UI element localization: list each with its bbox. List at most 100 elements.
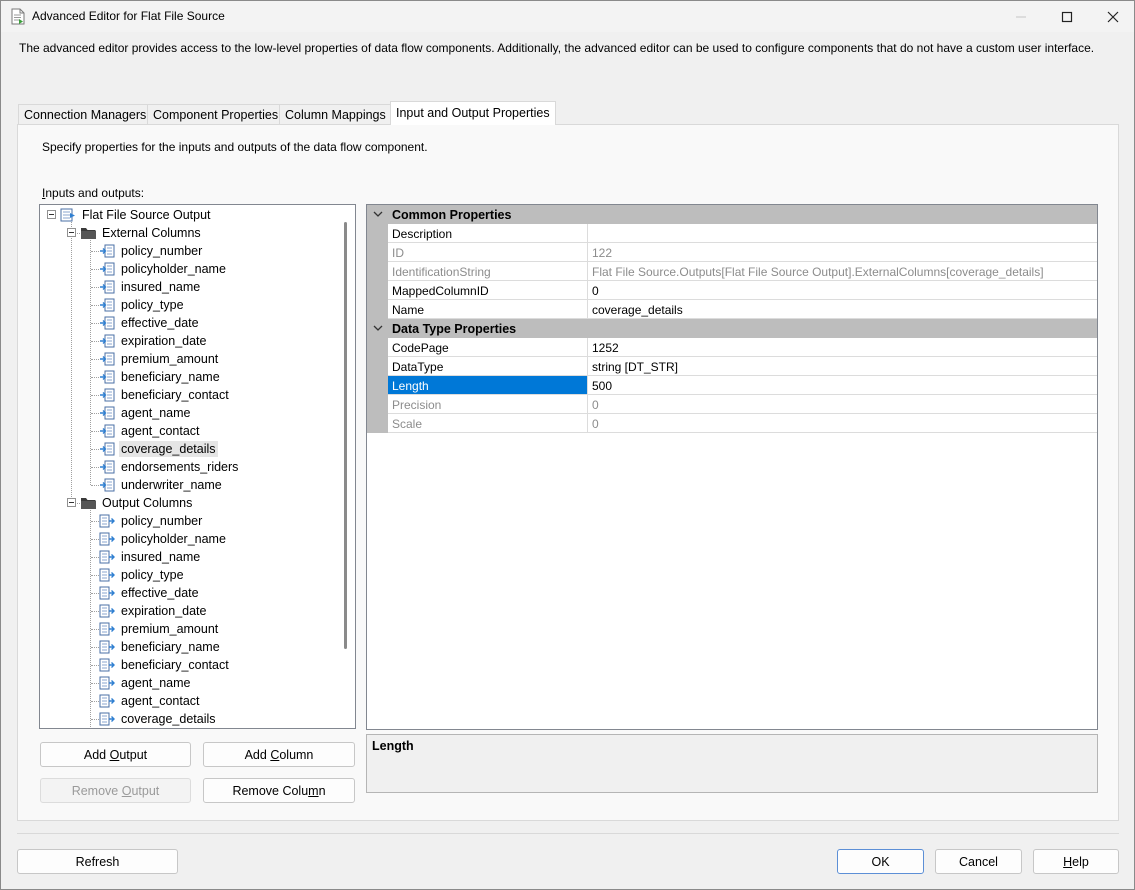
- mnemonic-letter: H: [1063, 854, 1073, 869]
- output-column-icon: [99, 550, 115, 564]
- property-name[interactable]: Scale: [388, 414, 588, 432]
- property-row-precision[interactable]: Precision 0: [367, 395, 1097, 414]
- tab-column-mappings[interactable]: Column Mappings: [279, 104, 392, 124]
- property-value[interactable]: 0: [588, 281, 1097, 299]
- row-margin: [367, 357, 388, 376]
- property-row-datatype[interactable]: DataType string [DT_STR]: [367, 357, 1097, 376]
- tree-item-output-column[interactable]: expiration_date: [99, 602, 208, 620]
- cancel-button[interactable]: Cancel: [935, 849, 1022, 874]
- property-value[interactable]: coverage_details: [588, 300, 1097, 318]
- tree-connector-line: [91, 629, 99, 630]
- collapse-output-expander[interactable]: [47, 210, 56, 219]
- refresh-button[interactable]: Refresh: [17, 849, 178, 874]
- output-icon: [60, 208, 75, 222]
- chevron-down-icon[interactable]: [373, 209, 383, 219]
- tab-component-properties[interactable]: Component Properties: [147, 104, 285, 124]
- property-name[interactable]: ID: [388, 243, 588, 261]
- tree-item-external-columns[interactable]: External Columns: [80, 224, 203, 242]
- property-row-name[interactable]: Name coverage_details: [367, 300, 1097, 319]
- remove-output-button[interactable]: Remove Output: [40, 778, 191, 803]
- tree-scrollbar[interactable]: [344, 222, 347, 649]
- inputs-outputs-tree[interactable]: Flat File Source Output External Columns p…: [39, 204, 356, 729]
- property-name[interactable]: IdentificationString: [388, 262, 588, 280]
- tree-item-output-column[interactable]: premium_amount: [99, 620, 220, 638]
- property-row-codepage[interactable]: CodePage 1252: [367, 338, 1097, 357]
- output-column-icon: [99, 514, 115, 528]
- property-row-length[interactable]: Length 500: [367, 376, 1097, 395]
- help-button[interactable]: Help: [1033, 849, 1119, 874]
- help-label: Help: [1063, 854, 1089, 869]
- remove-column-button[interactable]: Remove Column: [203, 778, 355, 803]
- tree-item-label: coverage_details: [119, 441, 218, 457]
- property-value[interactable]: string [DT_STR]: [588, 357, 1097, 375]
- tree-item-output-column[interactable]: insured_name: [99, 548, 202, 566]
- tree-item-label: agent_contact: [121, 694, 200, 708]
- refresh-label: Refresh: [75, 854, 120, 869]
- close-button[interactable]: [1090, 1, 1135, 32]
- maximize-button[interactable]: [1044, 1, 1090, 32]
- tree-item-output-column[interactable]: coverage_details: [99, 710, 218, 728]
- property-row-id[interactable]: ID 122: [367, 243, 1097, 262]
- tree-item-external-column[interactable]: policyholder_name: [99, 260, 228, 278]
- tree-item-output-column[interactable]: policy_type: [99, 566, 186, 584]
- tree-item-output-column[interactable]: policyholder_name: [99, 530, 228, 548]
- ok-button[interactable]: OK: [837, 849, 924, 874]
- category-common-properties[interactable]: Common Properties: [367, 205, 1097, 224]
- tree-item-output-column[interactable]: beneficiary_contact: [99, 656, 231, 674]
- property-name[interactable]: Description: [388, 224, 588, 242]
- add-column-button[interactable]: Add Column: [203, 742, 355, 767]
- close-icon: [1107, 11, 1119, 22]
- property-row-scale[interactable]: Scale 0: [367, 414, 1097, 433]
- tree-item-output-column[interactable]: agent_contact: [99, 692, 202, 710]
- row-margin: [367, 395, 388, 414]
- property-name[interactable]: Precision: [388, 395, 588, 413]
- tree-connector-line: [91, 395, 99, 396]
- category-data-type-properties[interactable]: Data Type Properties: [367, 319, 1097, 338]
- tree-item-output-column[interactable]: effective_date: [99, 584, 201, 602]
- chevron-down-icon[interactable]: [373, 323, 383, 333]
- tree-item-output-column[interactable]: agent_name: [99, 674, 193, 692]
- property-name[interactable]: MappedColumnID: [388, 281, 588, 299]
- property-name[interactable]: CodePage: [388, 338, 588, 356]
- property-name[interactable]: Name: [388, 300, 588, 318]
- tree-item-external-column[interactable]: coverage_details: [99, 440, 218, 458]
- row-margin: [367, 243, 388, 262]
- property-row-identificationstring[interactable]: IdentificationString Flat File Source.Out…: [367, 262, 1097, 281]
- collapse-external-expander[interactable]: [67, 228, 76, 237]
- tree-item-output[interactable]: Flat File Source Output: [60, 206, 213, 224]
- tree-item-external-column[interactable]: agent_contact: [99, 422, 202, 440]
- tree-item-external-column[interactable]: policy_number: [99, 242, 204, 260]
- property-value[interactable]: [588, 224, 1097, 242]
- tree-item-external-column[interactable]: agent_name: [99, 404, 193, 422]
- collapse-output-columns-expander[interactable]: [67, 498, 76, 507]
- tree-item-output-columns[interactable]: Output Columns: [80, 494, 194, 512]
- property-name[interactable]: Length: [388, 376, 588, 394]
- tree-item-output-column[interactable]: policy_number: [99, 512, 204, 530]
- tree-item-output-column[interactable]: beneficiary_name: [99, 638, 222, 656]
- tree-item-external-column[interactable]: beneficiary_name: [99, 368, 222, 386]
- property-name[interactable]: DataType: [388, 357, 588, 375]
- tree-item-external-column[interactable]: expiration_date: [99, 332, 208, 350]
- add-output-button[interactable]: Add Output: [40, 742, 191, 767]
- tree-item-external-column[interactable]: effective_date: [99, 314, 201, 332]
- tree-item-external-column[interactable]: insured_name: [99, 278, 202, 296]
- tree-connector-line: [91, 341, 99, 342]
- tree-item-external-column[interactable]: underwriter_name: [99, 476, 224, 494]
- external-column-icon: [100, 334, 115, 348]
- property-row-description[interactable]: Description: [367, 224, 1097, 243]
- minimize-button[interactable]: [998, 1, 1044, 32]
- tree-item-external-column[interactable]: policy_type: [99, 296, 186, 314]
- output-column-icon: [99, 532, 115, 546]
- dialog-window: Advanced Editor for Flat File Source The…: [0, 0, 1135, 890]
- tree-item-external-column[interactable]: beneficiary_contact: [99, 386, 231, 404]
- tab-input-output-properties[interactable]: Input and Output Properties: [390, 101, 556, 125]
- property-row-mappedcolumnid[interactable]: MappedColumnID 0: [367, 281, 1097, 300]
- row-margin: [367, 414, 388, 433]
- tree-item-label: premium_amount: [121, 622, 219, 636]
- property-value[interactable]: 500: [588, 376, 1097, 394]
- tree-item-external-column[interactable]: endorsements_riders: [99, 458, 240, 476]
- property-grid[interactable]: Common Properties Description ID 122 Identif…: [366, 204, 1098, 730]
- property-value[interactable]: 1252: [588, 338, 1097, 356]
- tree-item-external-column[interactable]: premium_amount: [99, 350, 220, 368]
- tab-connection-managers[interactable]: Connection Managers: [18, 104, 153, 124]
